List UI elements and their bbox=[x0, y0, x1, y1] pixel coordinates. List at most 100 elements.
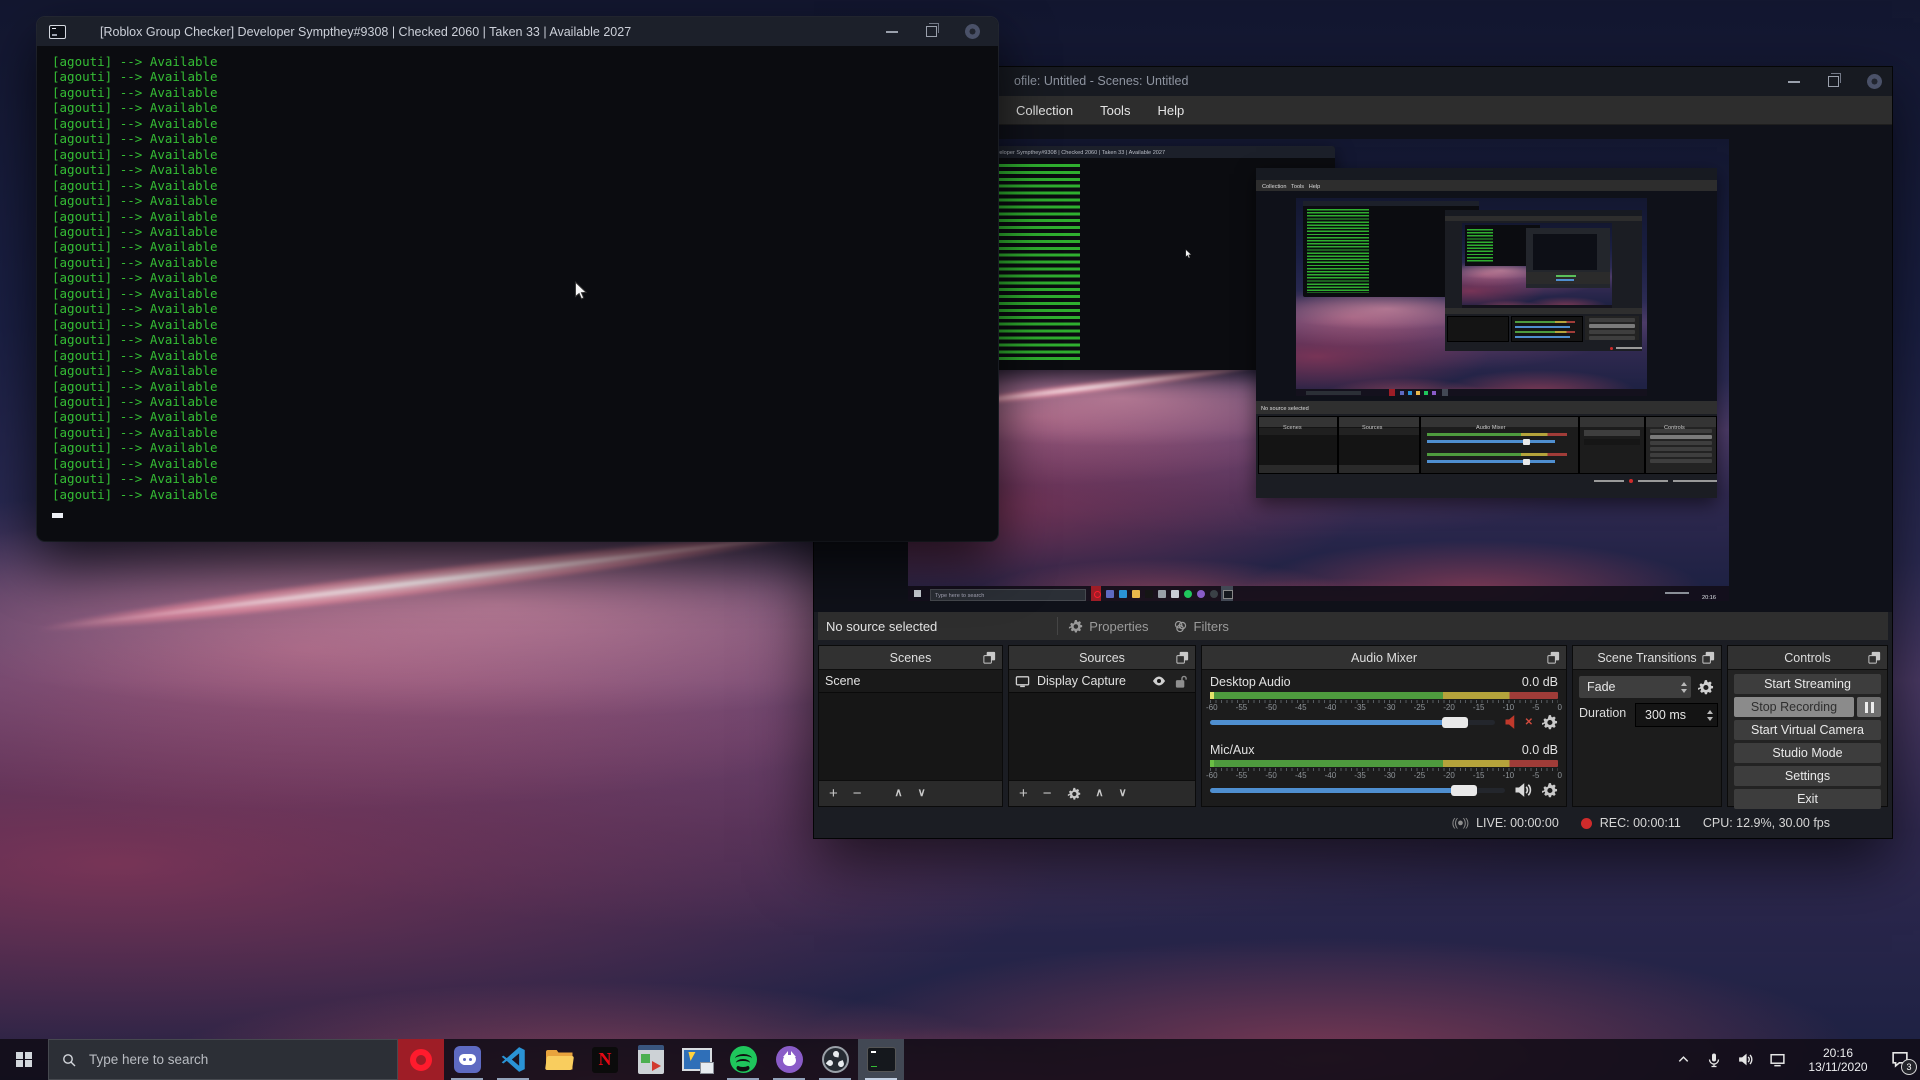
script-host-icon bbox=[638, 1045, 664, 1074]
audio-mixer-panel: Audio Mixer Desktop Audio 0.0 dB -60-55-… bbox=[1201, 645, 1567, 807]
source-up-button[interactable]: ∧ bbox=[1096, 788, 1104, 799]
taskbar-clock[interactable]: 20:16 13/11/2020 bbox=[1801, 1046, 1875, 1074]
mini-mouse-cursor bbox=[1184, 249, 1193, 259]
start-virtual-camera-button[interactable]: Start Virtual Camera bbox=[1734, 720, 1881, 740]
obs-close-button[interactable] bbox=[1867, 74, 1882, 89]
taskbar-icon-netflix[interactable]: N bbox=[582, 1039, 628, 1080]
tick-label: -55 bbox=[1236, 771, 1248, 780]
scene-list-item[interactable]: Scene bbox=[819, 670, 1002, 693]
terminal-minimize-button[interactable] bbox=[886, 31, 898, 33]
menu-tools[interactable]: Tools bbox=[1100, 103, 1130, 118]
taskbar-icon-discord[interactable] bbox=[444, 1039, 490, 1080]
obs-canvas-display-capture[interactable]: [Roblox Group Checker] Developer Sympthe… bbox=[908, 139, 1729, 601]
visibility-eye-icon[interactable] bbox=[1151, 673, 1167, 689]
menu-help[interactable]: Help bbox=[1157, 103, 1184, 118]
menu-scene-collection[interactable]: Collection bbox=[1016, 103, 1073, 118]
transition-gear-icon[interactable] bbox=[1697, 679, 1714, 696]
terminal-line: [agouti] --> Available bbox=[52, 131, 218, 146]
obs-restore-button[interactable] bbox=[1828, 76, 1839, 87]
tick-label: 0 bbox=[1557, 771, 1561, 780]
taskbar-icon-spotify[interactable] bbox=[720, 1039, 766, 1080]
speaker-icon[interactable] bbox=[1513, 780, 1533, 800]
tick-label: -55 bbox=[1236, 703, 1248, 712]
volume-slider[interactable] bbox=[1210, 720, 1495, 725]
muted-speaker-icon[interactable] bbox=[1503, 712, 1523, 732]
source-list-item[interactable]: Display Capture bbox=[1009, 670, 1195, 693]
channel-level: 0.0 dB bbox=[1522, 675, 1558, 689]
terminal-cursor bbox=[52, 513, 63, 518]
microphone-icon[interactable] bbox=[1706, 1052, 1722, 1068]
settings-button[interactable]: Settings bbox=[1734, 766, 1881, 786]
action-center-button[interactable]: 3 bbox=[1890, 1049, 1912, 1071]
preview-mini-taskbar: Type here to search 20: bbox=[908, 586, 1729, 601]
popout-icon[interactable] bbox=[1701, 650, 1716, 665]
tray-chevron-icon[interactable] bbox=[1676, 1052, 1691, 1067]
tick-label: -50 bbox=[1265, 703, 1277, 712]
scene-down-button[interactable]: ∨ bbox=[918, 788, 926, 799]
console-icon bbox=[49, 25, 66, 39]
popout-icon[interactable] bbox=[1546, 650, 1561, 665]
sources-panel: Sources Display Capture + − ∧ ∨ bbox=[1008, 645, 1196, 807]
taskbar-icon-script-host[interactable] bbox=[628, 1039, 674, 1080]
obs-studio-icon bbox=[822, 1046, 849, 1073]
obs-status-bar: ((●)) LIVE: 00:00:00 REC: 00:00:11 CPU: … bbox=[814, 808, 1892, 838]
duration-input[interactable]: 300 ms bbox=[1635, 703, 1718, 727]
taskbar-icon-console[interactable] bbox=[858, 1039, 904, 1080]
recording-dot-icon bbox=[1581, 818, 1592, 829]
tick-label: -35 bbox=[1354, 771, 1366, 780]
controls-header: Controls bbox=[1728, 646, 1887, 670]
obs-minimize-button[interactable] bbox=[1788, 81, 1800, 83]
add-scene-button[interactable]: + bbox=[829, 786, 838, 801]
opera-icon bbox=[410, 1049, 432, 1071]
preview-mini-obs: Collection Tools Help bbox=[1256, 168, 1717, 498]
stop-recording-button[interactable]: Stop Recording bbox=[1734, 697, 1854, 717]
popout-icon[interactable] bbox=[1175, 650, 1190, 665]
terminal-line: [agouti] --> Available bbox=[52, 440, 218, 455]
scene-up-button[interactable]: ∧ bbox=[895, 788, 903, 799]
system-tray: 20:16 13/11/2020 3 bbox=[1676, 1039, 1920, 1080]
tick-label: -10 bbox=[1503, 771, 1515, 780]
terminal-line: [agouti] --> Available bbox=[52, 85, 218, 100]
network-icon[interactable] bbox=[1769, 1051, 1786, 1068]
volume-icon[interactable] bbox=[1737, 1051, 1754, 1068]
pause-recording-button[interactable] bbox=[1857, 697, 1881, 717]
terminal-line: [agouti] --> Available bbox=[52, 286, 218, 301]
terminal-titlebar[interactable]: [Roblox Group Checker] Developer Sympthe… bbox=[37, 17, 998, 46]
search-input[interactable] bbox=[87, 1051, 351, 1068]
duration-spinner[interactable] bbox=[1707, 710, 1713, 721]
terminal-restore-button[interactable] bbox=[926, 26, 937, 37]
volume-slider[interactable] bbox=[1210, 788, 1505, 793]
taskbar-icon-vscode[interactable] bbox=[490, 1039, 536, 1080]
popout-icon[interactable] bbox=[1867, 650, 1882, 665]
channel-gear-icon[interactable] bbox=[1541, 782, 1558, 799]
terminal-close-button[interactable] bbox=[965, 24, 980, 39]
taskbar-icon-opera[interactable] bbox=[398, 1039, 444, 1080]
taskbar-icon-deploy-tool[interactable] bbox=[674, 1039, 720, 1080]
start-streaming-button[interactable]: Start Streaming bbox=[1734, 674, 1881, 694]
remove-scene-button[interactable]: − bbox=[853, 786, 862, 801]
add-source-button[interactable]: + bbox=[1019, 786, 1028, 801]
taskbar-icon-obs-studio[interactable] bbox=[812, 1039, 858, 1080]
terminal-line: [agouti] --> Available bbox=[52, 394, 218, 409]
exit-button[interactable]: Exit bbox=[1734, 789, 1881, 809]
studio-mode-button[interactable]: Studio Mode bbox=[1734, 743, 1881, 763]
popout-icon[interactable] bbox=[982, 650, 997, 665]
start-button[interactable] bbox=[0, 1039, 48, 1080]
channel-gear-icon[interactable] bbox=[1541, 714, 1558, 731]
meter-scale: -60-55-50-45-40-35-30-25-20-15-10-50 bbox=[1210, 700, 1558, 712]
unlock-icon[interactable] bbox=[1174, 674, 1189, 689]
source-properties-gear-icon[interactable] bbox=[1067, 787, 1081, 801]
remove-source-button[interactable]: − bbox=[1043, 786, 1052, 801]
taskbar-icon-github-desktop[interactable] bbox=[766, 1039, 812, 1080]
transition-select[interactable]: Fade bbox=[1579, 676, 1691, 698]
filters-button[interactable]: Filters bbox=[1173, 619, 1229, 634]
sources-panel-header: Sources bbox=[1009, 646, 1195, 670]
discord-icon bbox=[454, 1046, 481, 1073]
controls-panel: Controls Start Streaming Stop Recording … bbox=[1727, 645, 1888, 807]
terminal-line: [agouti] --> Available bbox=[52, 116, 218, 131]
mouse-cursor bbox=[572, 281, 590, 301]
source-down-button[interactable]: ∨ bbox=[1119, 788, 1127, 799]
taskbar-search[interactable] bbox=[48, 1039, 398, 1080]
properties-button[interactable]: Properties bbox=[1068, 619, 1148, 634]
taskbar-icon-file-explorer[interactable] bbox=[536, 1039, 582, 1080]
